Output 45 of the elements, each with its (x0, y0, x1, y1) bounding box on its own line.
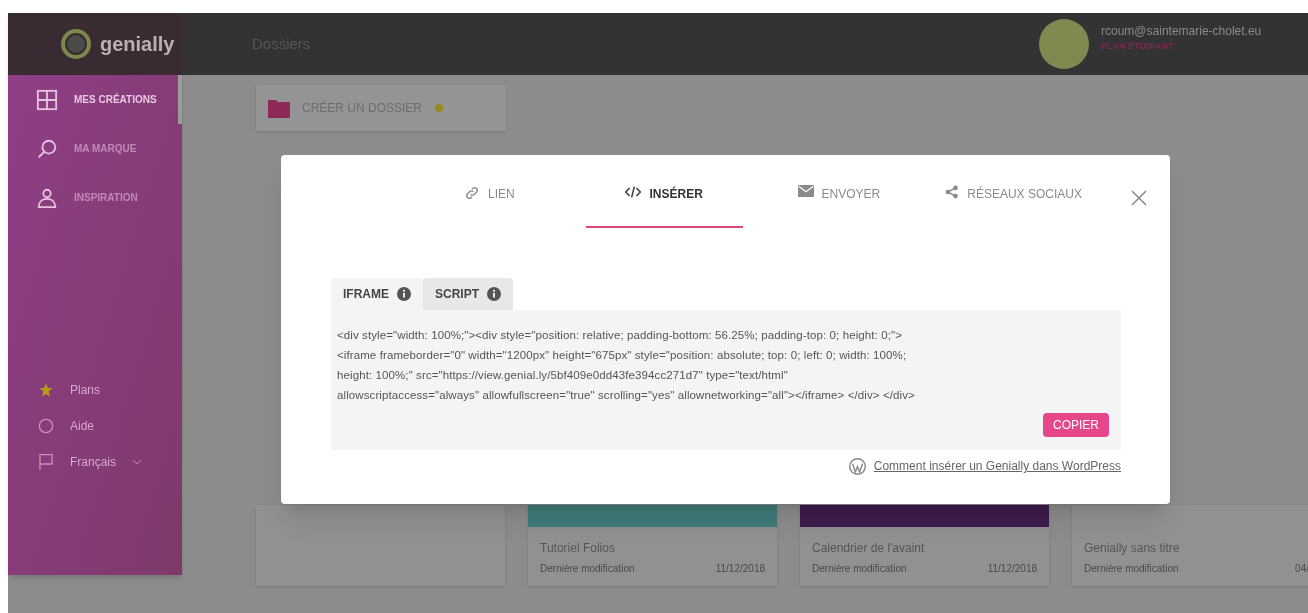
folder-icon (268, 98, 290, 118)
dialog-tab[interactable]: INSÉRER (585, 183, 743, 228)
card-title: Tutoriel Folios (539, 540, 616, 557)
flag-icon (38, 453, 54, 471)
plan-label: PLAN ÉTUDIANT (1101, 40, 1175, 54)
wordpress-icon (848, 457, 866, 475)
sidebar-item[interactable]: MA MARQUE (8, 124, 182, 173)
dialog-tab[interactable]: ENVOYER (760, 183, 918, 228)
close-icon[interactable] (1131, 190, 1147, 206)
creation-card[interactable]: Calendrier de l'avaint Dernière modification 11/12/2018 (800, 505, 1049, 586)
sidebar-item[interactable]: INSPIRATION (8, 173, 182, 222)
magnifier-icon (36, 137, 58, 160)
card-date-label: Dernière modification (812, 562, 907, 576)
embed-type-tab[interactable]: IFRAME (331, 278, 423, 310)
card-title: Genially sans titre (1083, 540, 1181, 557)
wordpress-help-link[interactable]: Comment insérer un Genially dans WordPress (873, 457, 1121, 475)
link-icon (464, 185, 481, 201)
envelope-icon (797, 185, 814, 197)
logo-icon (60, 28, 92, 60)
sidebar-item[interactable]: MES CRÉATIONS (8, 75, 182, 124)
dialog-tab[interactable]: RÉSEAUX SOCIAUX (935, 183, 1092, 228)
embed-code[interactable]: <div style="width: 100%;"><div style="position: relative; padding-bottom: 56.25%; padding-top: 0; height: 0;"> <iframe frameborder="0" width="1200px" height="675px" style="position: absolute; top: 0; left: 0; width: 100%; height: 100%;" src="https://view.genial.ly/5bf409e0dd43fe394cc271d7" type="text/html" allowscriptaccess="always" allowfullscreen="true" scrolling="yes" allownetworking="all"></iframe> </div> </div> (337, 327, 1115, 403)
grid-icon (36, 88, 58, 111)
creation-card[interactable]: Tutoriel Folios Dernière modification 11/12/2018 (528, 505, 777, 586)
chevron-icon (132, 459, 142, 465)
copy-button[interactable]: COPIER (1043, 413, 1109, 437)
embed-type-tab[interactable]: SCRIPT (423, 278, 513, 310)
share-icon (945, 185, 960, 199)
sidebar-item[interactable]: Aide (8, 408, 182, 444)
info-icon (397, 287, 411, 301)
help-icon (38, 418, 54, 434)
logo-text: genially (100, 32, 175, 57)
code-icon (625, 185, 642, 199)
user-email: rcoum@saintemarie-cholet.eu (1101, 23, 1263, 41)
sidebar-item[interactable]: Plans (8, 372, 182, 408)
card-title: Calendrier de l'avaint (811, 540, 926, 557)
card-date-label: Dernière modification (540, 562, 635, 576)
card-date-label: Dernière modification (1084, 562, 1179, 576)
info-icon (487, 287, 501, 301)
person-icon (36, 186, 58, 209)
avatar (1039, 19, 1089, 69)
card-date: 11/12/2018 (715, 562, 765, 576)
card-date: 11/12/2018 (987, 562, 1037, 576)
dialog-tab[interactable]: LIEN (411, 183, 568, 228)
sidebar-item[interactable]: Français (8, 444, 182, 480)
